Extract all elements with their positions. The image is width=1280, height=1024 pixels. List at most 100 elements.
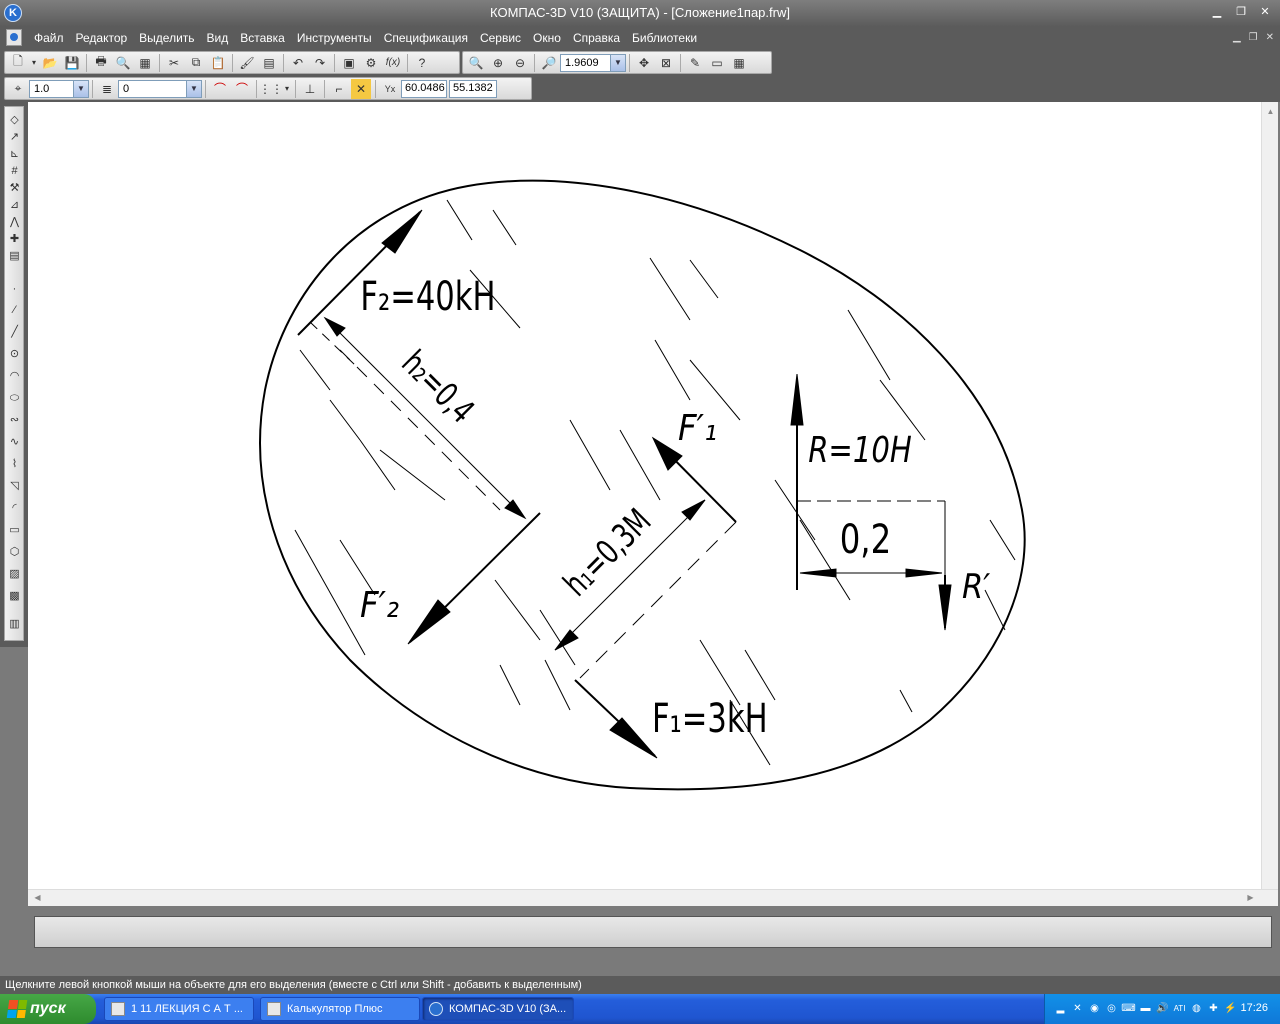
polygon-icon[interactable]: ⬡ (7, 545, 22, 560)
rectangle-icon[interactable]: ▭ (7, 523, 22, 538)
round-icon[interactable]: ✕ (351, 78, 371, 99)
format-painter-icon[interactable]: 🖌 (237, 53, 257, 73)
doc-close-button[interactable]: ✕ (1266, 32, 1274, 43)
pan-icon[interactable]: ✥ (634, 53, 654, 73)
variables-icon[interactable]: f(x) (383, 53, 403, 73)
ortho-mode-icon[interactable]: ⌐ (329, 79, 349, 99)
close-button[interactable]: ✕ (1258, 5, 1272, 19)
user-icon[interactable]: ◍ (1189, 1001, 1204, 1016)
layers-icon[interactable]: ≣ (97, 79, 117, 99)
page-setup-icon[interactable]: ▦ (135, 53, 155, 73)
help-pointer-icon[interactable]: ? (412, 53, 432, 73)
task-calculator[interactable]: Калькулятор Плюс (260, 997, 420, 1021)
zoom-out-icon[interactable]: ⊖ (510, 53, 530, 73)
edit-panel-icon[interactable]: # (7, 164, 22, 179)
task-kompas[interactable]: КОМПАС-3D V10 (ЗА... (422, 997, 574, 1021)
chat-icon[interactable]: ◉ (1087, 1001, 1102, 1016)
zoom-scale-icon[interactable]: 🔎 (539, 53, 559, 73)
menu-item-7[interactable]: Сервис (474, 31, 527, 45)
library-manager-icon[interactable]: ⚙ (361, 53, 381, 73)
ring-icon[interactable]: ◎ (1104, 1001, 1119, 1016)
doc-minimize-button[interactable]: ▁ (1233, 32, 1241, 43)
spec-panel-icon[interactable]: ▤ (7, 249, 22, 264)
select-panel-icon[interactable]: ⋀ (7, 215, 22, 230)
redo-icon[interactable]: ↷ (310, 53, 330, 73)
shield-icon[interactable]: ✚ (1206, 1001, 1221, 1016)
calculator-icon[interactable]: ▦ (729, 53, 749, 73)
menu-item-6[interactable]: Спецификация (378, 31, 474, 45)
menu-item-3[interactable]: Вид (201, 31, 235, 45)
chamfer-icon[interactable]: ◹ (7, 479, 22, 494)
chevron-down-icon[interactable]: ▼ (610, 54, 625, 71)
snap-settings-icon[interactable]: ⌒ (232, 79, 252, 99)
keyboard-icon[interactable]: ⌨ (1121, 1001, 1136, 1016)
scale-combo[interactable]: 1.0 ▼ (29, 79, 89, 98)
cut-icon[interactable]: ✂ (164, 53, 184, 73)
symbols-panel-icon[interactable]: ⊾ (7, 147, 22, 162)
drawing-canvas[interactable]: F₂=40kH h₂=0,4 F′₁ R=10H 0,2 R′ h₁=0,3M … (28, 102, 1261, 889)
menu-item-5[interactable]: Инструменты (291, 31, 378, 45)
measure-panel-icon[interactable]: ⊿ (7, 198, 22, 213)
coord-x-field[interactable]: 60.0486 (401, 79, 447, 98)
chevron-down-icon[interactable]: ▼ (186, 80, 201, 97)
ati-icon[interactable]: ATI (1172, 1001, 1187, 1016)
zoom-icon[interactable]: 🔍 (466, 53, 486, 73)
refresh-icon[interactable]: ✎ (685, 53, 705, 73)
parametrization-panel-icon[interactable]: ⚒ (7, 181, 22, 196)
menu-item-1[interactable]: Редактор (70, 31, 134, 45)
chevron-down-icon[interactable]: ▼ (73, 80, 88, 97)
dropdown-arrow-icon[interactable]: ▾ (283, 79, 291, 99)
layout-icon[interactable]: ▭ (707, 53, 727, 73)
task-word-lecture[interactable]: 1 11 ЛЕКЦИЯ С А Т ... (104, 997, 254, 1021)
paste-icon[interactable]: 📋 (208, 53, 228, 73)
dropdown-arrow-icon[interactable]: ▾ (30, 53, 38, 73)
hatch-icon[interactable]: ▨ (7, 567, 22, 582)
local-cs-icon[interactable]: ⌖ (8, 79, 28, 99)
print-icon[interactable]: 🖶 (91, 53, 111, 73)
auxiliary-line-icon[interactable]: ⁄ (7, 303, 22, 318)
fillet-icon[interactable]: ◜ (7, 501, 22, 516)
menu-item-10[interactable]: Библиотеки (626, 31, 703, 45)
associative-view-icon[interactable]: ✚ (7, 232, 22, 247)
save-icon[interactable]: 💾 (62, 53, 82, 73)
arc-icon[interactable]: ◠ (7, 369, 22, 384)
horizontal-scrollbar[interactable]: ◀ ▶ (28, 889, 1278, 906)
maximize-button[interactable]: ❐ (1234, 5, 1248, 19)
vertical-scrollbar[interactable]: ▲ (1261, 102, 1278, 889)
signal-icon[interactable]: ▂ (1053, 1001, 1068, 1016)
segment-icon[interactable]: ╱ (7, 325, 22, 340)
dimensions-panel-icon[interactable]: ↗ (7, 130, 22, 145)
geometry-panel-icon[interactable]: ◇ (7, 113, 22, 128)
undo-icon[interactable]: ↶ (288, 53, 308, 73)
menu-item-9[interactable]: Справка (567, 31, 626, 45)
zoom-combo[interactable]: 1.9609 ▼ (560, 53, 626, 72)
snap-magnet-icon[interactable]: ⌒ (210, 79, 230, 99)
macro-icon[interactable]: ▥ (7, 617, 22, 632)
volume-icon[interactable]: 🔊 (1155, 1001, 1170, 1016)
fill-icon[interactable]: ▩ (7, 589, 22, 604)
copy-icon[interactable]: ⧉ (186, 53, 206, 73)
coord-y-field[interactable]: 55.1382 (449, 79, 497, 98)
minimize-button[interactable]: ▁ (1210, 5, 1224, 19)
menu-item-4[interactable]: Вставка (234, 31, 291, 45)
doc-restore-button[interactable]: ❐ (1249, 32, 1258, 43)
spline-icon[interactable]: ∾ (7, 413, 22, 428)
network-icon[interactable]: ✕ (1070, 1001, 1085, 1016)
document-icon[interactable] (6, 29, 22, 46)
ellipse-icon[interactable]: ⬭ (7, 391, 22, 406)
new-document-icon[interactable]: 🗋 (8, 53, 28, 73)
language-icon[interactable]: ▬ (1138, 1001, 1153, 1016)
open-folder-icon[interactable]: 📂 (40, 53, 60, 73)
grid-icon[interactable]: ⋮⋮ (259, 79, 283, 99)
zoom-in-icon[interactable]: ⊕ (488, 53, 508, 73)
scroll-left-icon[interactable]: ◀ (30, 890, 45, 905)
bezier-icon[interactable]: ∿ (7, 435, 22, 450)
menu-item-0[interactable]: Файл (28, 31, 70, 45)
menu-item-2[interactable]: Выделить (133, 31, 200, 45)
scroll-up-icon[interactable]: ▲ (1263, 104, 1278, 119)
polyline-icon[interactable]: ⌇ (7, 457, 22, 472)
print-preview-icon[interactable]: 🔍 (113, 53, 133, 73)
start-button[interactable]: пуск (0, 994, 96, 1024)
menu-item-8[interactable]: Окно (527, 31, 567, 45)
point-icon[interactable]: · (7, 282, 22, 297)
